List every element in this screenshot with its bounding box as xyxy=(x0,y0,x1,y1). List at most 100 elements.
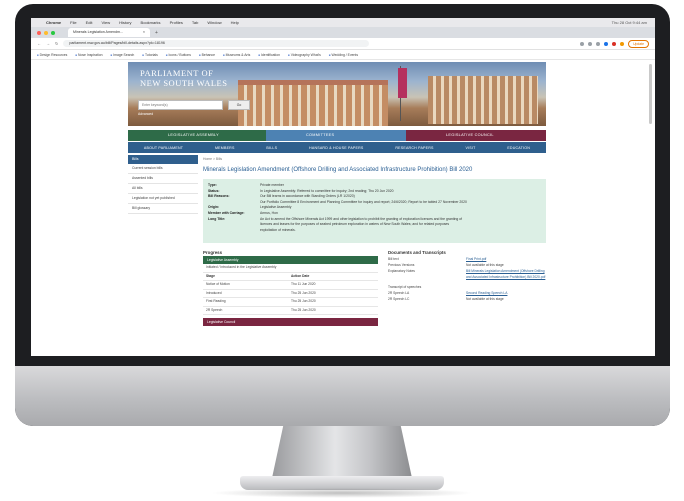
progress-panel: Progress Legislative Assembly Initiated … xyxy=(203,249,378,326)
screen: Chrome File Edit View History Bookmarks … xyxy=(31,18,655,356)
browser-tabbar: Minerals Legislation Amendm... × + xyxy=(31,27,655,38)
zoom-window-icon[interactable] xyxy=(51,30,55,35)
page-title: Minerals Legislation Amendment (Offshore… xyxy=(203,167,473,173)
bill-details-panel: Type: Private member Status: In Legislativ… xyxy=(203,179,546,243)
house-legislative-assembly[interactable]: Legislative Assembly xyxy=(128,130,266,141)
house-label: Legislative Council xyxy=(446,133,494,137)
menu-bookmarks[interactable]: Bookmarks xyxy=(141,20,161,25)
date-cell: Thu 25 Jun 2020 xyxy=(291,307,316,312)
sidebar-item[interactable]: Bill glossary xyxy=(128,204,198,214)
sidebar-item[interactable]: All bills xyxy=(128,184,198,194)
table-row: Notice of Motion Thu 11 Jun 2020 xyxy=(203,281,378,290)
house-committees[interactable]: Committees xyxy=(266,130,406,141)
sidebar-item[interactable]: Assented bills xyxy=(128,174,198,184)
site-search-input[interactable]: Enter keyword(s) xyxy=(138,100,223,110)
extension-icon[interactable] xyxy=(604,41,609,46)
progress-header: Stage Action Date xyxy=(203,273,378,281)
menu-file[interactable]: File xyxy=(70,20,76,25)
progress-note: Initiated / Introduced in the Legislativ… xyxy=(203,264,378,273)
bookmark-item[interactable]: Tutorials xyxy=(142,53,158,57)
lower-section: Progress Legislative Assembly Initiated … xyxy=(203,249,546,326)
page-scrollbar[interactable] xyxy=(649,64,652,124)
extension-icon[interactable] xyxy=(596,41,601,46)
mac-menubar: Chrome File Edit View History Bookmarks … xyxy=(31,18,655,27)
table-row: First Reading Thu 25 Jun 2020 xyxy=(203,298,378,307)
nav-members[interactable]: Members xyxy=(215,146,235,150)
sidebar-item[interactable]: Current session bills xyxy=(128,164,198,174)
profile-avatar[interactable] xyxy=(620,41,625,46)
bookmark-item[interactable]: Museums & Arts xyxy=(223,53,251,57)
minimize-window-icon[interactable] xyxy=(44,30,48,35)
extension-icon[interactable] xyxy=(580,41,585,46)
close-window-icon[interactable] xyxy=(37,30,41,35)
stage-cell: Notice of Motion xyxy=(206,282,230,286)
site-search-button[interactable]: Go xyxy=(228,100,250,110)
menu-window[interactable]: Window xyxy=(207,20,221,25)
new-tab-icon[interactable]: + xyxy=(155,30,158,36)
la-band: Legislative Assembly xyxy=(203,256,378,264)
bookmark-item[interactable]: Videography What's xyxy=(288,53,321,57)
menu-profiles[interactable]: Profiles xyxy=(170,20,183,25)
forward-icon[interactable]: → xyxy=(46,41,50,46)
sidebar-item[interactable]: Legislation not yet published xyxy=(128,194,198,204)
extension-icon[interactable] xyxy=(612,41,617,46)
update-button[interactable]: Update xyxy=(628,39,649,48)
doc-link[interactable]: Bill Minerals Legislation Amendment (Off… xyxy=(466,268,546,280)
browser-tab[interactable]: Minerals Legislation Amendm... × xyxy=(68,28,150,37)
menubar-app[interactable]: Chrome xyxy=(46,20,61,25)
bookmark-item[interactable]: Nose Inspiration xyxy=(75,53,103,57)
main-nav: About Parliament Members Bills Hansard &… xyxy=(128,142,546,153)
nav-about[interactable]: About Parliament xyxy=(144,146,183,150)
tab-close-icon[interactable]: × xyxy=(143,28,145,37)
brand-line-2: New South Wales xyxy=(140,78,228,88)
monitor-stand-neck xyxy=(272,426,412,478)
menu-tab[interactable]: Tab xyxy=(192,20,198,25)
advanced-search-link[interactable]: Advanced xyxy=(138,112,153,116)
house-label: Legislative Assembly xyxy=(168,133,220,137)
note-text: Initiated / Introduced in the Legislativ… xyxy=(206,265,277,269)
bookmark-item[interactable]: Identification xyxy=(258,53,280,57)
bookmark-item[interactable]: Image Search xyxy=(111,53,134,57)
bookmark-item[interactable]: Design Resources xyxy=(37,53,68,57)
bookmark-item[interactable]: Icons / Buttons xyxy=(166,53,191,57)
menubar-clock: Thu 28 Oct 9:44 am xyxy=(611,20,647,25)
nav-visit[interactable]: Visit xyxy=(465,146,475,150)
reload-icon[interactable]: ↻ xyxy=(55,41,58,46)
nav-education[interactable]: Education xyxy=(507,146,530,150)
date-cell: Thu 25 Jun 2020 xyxy=(291,299,316,303)
house-legislative-council[interactable]: Legislative Council xyxy=(406,130,546,141)
menu-edit[interactable]: Edit xyxy=(86,20,93,25)
stand-shadow xyxy=(210,488,474,498)
sandstone-building-image xyxy=(428,76,538,124)
site-banner: Parliament of New South Wales Enter keyw… xyxy=(128,62,546,126)
menu-history[interactable]: History xyxy=(119,20,131,25)
nav-research[interactable]: Research Papers xyxy=(395,146,433,150)
brand-line-1: Parliament of xyxy=(140,68,214,78)
tab-title: Minerals Legislation Amendm... xyxy=(73,30,123,34)
extension-icon[interactable] xyxy=(588,41,593,46)
doc-row: Explanatory Notes Bill Minerals Legislati… xyxy=(388,268,546,280)
back-icon[interactable]: ← xyxy=(37,41,41,46)
menu-view[interactable]: View xyxy=(101,20,110,25)
doc-row: 2R Speech LC Not available at this stage xyxy=(388,296,546,302)
web-page: Parliament of New South Wales Enter keyw… xyxy=(31,60,655,356)
house-label: Committees xyxy=(306,133,335,137)
nav-bills[interactable]: Bills xyxy=(266,146,277,150)
stage-cell: First Reading xyxy=(206,299,226,303)
site-logo[interactable]: Parliament of New South Wales xyxy=(140,68,227,88)
bookmark-item[interactable]: Wedding / Events xyxy=(329,53,359,57)
breadcrumb[interactable]: Home > Bills xyxy=(203,155,546,163)
bookmark-item[interactable]: Behance xyxy=(199,53,215,57)
menu-help[interactable]: Help xyxy=(231,20,239,25)
sidebar-heading[interactable]: Bills xyxy=(128,155,198,164)
progress-title: Progress xyxy=(203,250,223,255)
stage-cell: Introduced xyxy=(206,290,222,295)
parliament-building-image xyxy=(238,80,388,126)
nav-hansard[interactable]: Hansard & House Papers xyxy=(309,146,363,150)
date-cell: Thu 11 Jun 2020 xyxy=(291,282,316,286)
browser-toolbar: ← → ↻ parliament.nsw.gov.au/bill/Pages/b… xyxy=(31,38,655,50)
documents-title: Documents and Transcripts xyxy=(388,250,446,255)
doc-value: Not available at this stage xyxy=(466,297,504,301)
lc-band: Legislative Council xyxy=(203,318,378,326)
address-bar[interactable]: parliament.nsw.gov.au/bill/Pages/bill-de… xyxy=(63,40,370,47)
